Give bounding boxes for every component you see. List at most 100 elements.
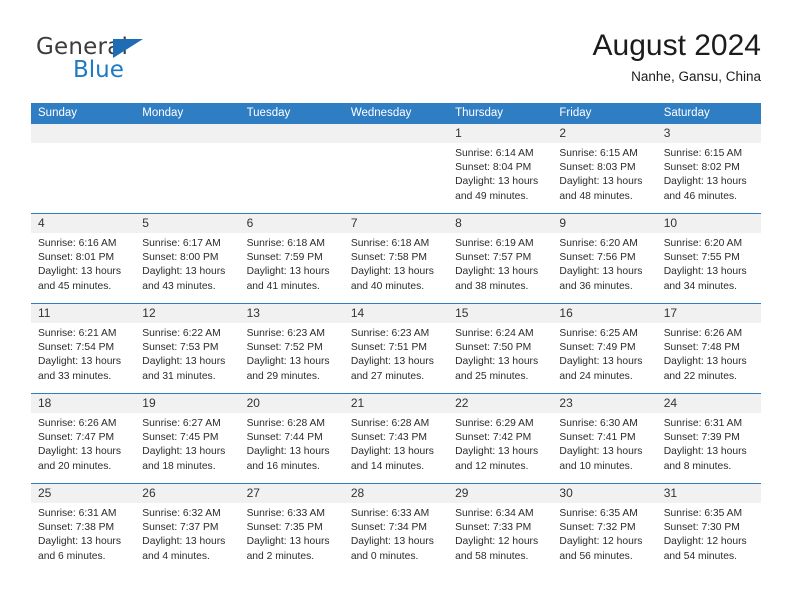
day-detail-line: Daylight: 13 hours <box>455 356 539 368</box>
day-number-strip: 25 <box>31 484 136 503</box>
day-detail-line: Daylight: 13 hours <box>142 266 226 278</box>
day-detail-line: Daylight: 13 hours <box>455 266 539 278</box>
day-details: Sunrise: 6:14 AM Sunset: 8:04 PM Daylight:… <box>448 143 552 204</box>
calendar-day-cell[interactable]: 14 Sunrise: 6:23 AM Sunset: 7:51 PM Dayligh… <box>343 304 449 393</box>
weekday-header-row: Sunday Monday Tuesday Wednesday Thursday Frid… <box>31 103 761 124</box>
calendar-day-cell[interactable]: 20 Sunrise: 6:28 AM Sunset: 7:44 PM Dayligh… <box>239 394 344 483</box>
day-number-strip: 28 <box>343 484 449 503</box>
day-details: Sunrise: 6:16 AM Sunset: 8:01 PM Daylight:… <box>31 233 135 294</box>
day-detail-line: Daylight: 13 hours <box>142 356 226 368</box>
calendar-day-cell[interactable]: 2 Sunrise: 6:15 AM Sunset: 8:03 PM Daylight… <box>552 124 657 213</box>
weekday-header-monday: Monday <box>142 107 184 119</box>
day-detail-line: Daylight: 13 hours <box>246 356 330 368</box>
calendar-page: General Blue August 2024 Nanhe, Gansu, C… <box>0 0 792 612</box>
day-detail-line: Sunrise: 6:16 AM <box>38 238 117 249</box>
calendar-day-cell[interactable]: 30 Sunrise: 6:35 AM Sunset: 7:32 PM Dayligh… <box>552 484 657 574</box>
day-number-strip: 11 <box>31 304 136 323</box>
calendar-day-cell[interactable]: 4 Sunrise: 6:16 AM Sunset: 8:01 PM Daylight… <box>31 214 136 303</box>
calendar-day-cell[interactable]: 25 Sunrise: 6:31 AM Sunset: 7:38 PM Dayligh… <box>31 484 136 574</box>
calendar-day-cell[interactable]: 1 Sunrise: 6:14 AM Sunset: 8:04 PM Daylight… <box>448 124 553 213</box>
day-detail-line: Daylight: 13 hours <box>559 266 643 278</box>
calendar-day-cell[interactable]: 9 Sunrise: 6:20 AM Sunset: 7:56 PM Daylight… <box>552 214 657 303</box>
day-number: 25 <box>38 486 52 500</box>
day-detail-line: and 46 minutes. <box>663 190 737 202</box>
day-detail-line: and 45 minutes. <box>38 280 112 292</box>
calendar-day-cell[interactable]: 10 Sunrise: 6:20 AM Sunset: 7:55 PM Dayligh… <box>656 214 761 303</box>
day-number: 4 <box>38 216 45 230</box>
day-detail-line: Daylight: 13 hours <box>455 176 539 188</box>
calendar-day-cell[interactable]: 24 Sunrise: 6:31 AM Sunset: 7:39 PM Dayligh… <box>656 394 761 483</box>
calendar-day-cell[interactable]: 21 Sunrise: 6:28 AM Sunset: 7:43 PM Dayligh… <box>343 394 449 483</box>
day-number-strip: 8 <box>448 214 553 233</box>
calendar-day-cell[interactable]: 28 Sunrise: 6:33 AM Sunset: 7:34 PM Dayligh… <box>343 484 449 574</box>
calendar-day-cell[interactable]: 12 Sunrise: 6:22 AM Sunset: 7:53 PM Dayligh… <box>135 304 240 393</box>
day-details: Sunrise: 6:18 AM Sunset: 7:59 PM Daylight:… <box>240 233 344 294</box>
day-details: Sunrise: 6:19 AM Sunset: 7:57 PM Daylight:… <box>448 233 552 294</box>
day-detail-line: Sunrise: 6:28 AM <box>246 418 325 429</box>
day-number: 27 <box>246 486 260 500</box>
calendar-day-cell[interactable]: 3 Sunrise: 6:15 AM Sunset: 8:02 PM Daylight… <box>656 124 761 213</box>
day-details: Sunrise: 6:17 AM Sunset: 8:00 PM Daylight:… <box>135 233 239 294</box>
day-detail-line: Sunrise: 6:20 AM <box>663 238 743 249</box>
calendar-day-cell-empty <box>343 124 449 213</box>
calendar-day-cell[interactable]: 8 Sunrise: 6:19 AM Sunset: 7:57 PM Daylight… <box>448 214 553 303</box>
calendar-day-cell[interactable]: 23 Sunrise: 6:30 AM Sunset: 7:41 PM Dayligh… <box>552 394 657 483</box>
calendar-day-cell[interactable]: 13 Sunrise: 6:23 AM Sunset: 7:52 PM Dayligh… <box>239 304 344 393</box>
day-detail-line: Daylight: 13 hours <box>38 446 121 458</box>
day-number-strip: 21 <box>343 394 449 413</box>
calendar-day-cell[interactable]: 17 Sunrise: 6:26 AM Sunset: 7:48 PM Dayligh… <box>656 304 761 393</box>
day-details: Sunrise: 6:20 AM Sunset: 7:56 PM Daylight:… <box>552 233 656 294</box>
day-detail-line: Sunrise: 6:31 AM <box>663 418 743 429</box>
calendar-day-cell[interactable]: 6 Sunrise: 6:18 AM Sunset: 7:59 PM Daylight… <box>239 214 344 303</box>
calendar-week-row: 4 Sunrise: 6:16 AM Sunset: 8:01 PM Daylight… <box>31 213 761 303</box>
weekday-header-thursday: Thursday <box>455 107 504 119</box>
day-detail-line: Sunset: 7:44 PM <box>246 432 323 444</box>
day-detail-line: Sunrise: 6:23 AM <box>246 328 325 339</box>
calendar-day-cell[interactable]: 26 Sunrise: 6:32 AM Sunset: 7:37 PM Dayligh… <box>135 484 240 574</box>
day-detail-line: and 29 minutes. <box>246 370 320 382</box>
day-number-strip: 19 <box>135 394 240 413</box>
day-number-strip <box>135 124 240 143</box>
calendar-day-cell[interactable]: 15 Sunrise: 6:24 AM Sunset: 7:50 PM Dayligh… <box>448 304 553 393</box>
calendar-day-cell[interactable]: 31 Sunrise: 6:35 AM Sunset: 7:30 PM Dayligh… <box>656 484 761 574</box>
calendar-day-cell[interactable]: 16 Sunrise: 6:25 AM Sunset: 7:49 PM Dayligh… <box>552 304 657 393</box>
day-detail-line: and 14 minutes. <box>350 460 425 472</box>
day-detail-line: Sunset: 8:04 PM <box>455 162 532 174</box>
day-number-strip: 23 <box>552 394 657 413</box>
day-detail-line: Sunset: 7:41 PM <box>559 432 636 444</box>
calendar-day-cell[interactable]: 27 Sunrise: 6:33 AM Sunset: 7:35 PM Dayligh… <box>239 484 344 574</box>
day-number-strip: 17 <box>656 304 761 323</box>
day-detail-line: Sunrise: 6:28 AM <box>350 418 430 429</box>
day-number: 18 <box>38 396 52 410</box>
calendar-day-cell[interactable]: 7 Sunrise: 6:18 AM Sunset: 7:58 PM Daylight… <box>343 214 449 303</box>
calendar-day-cell[interactable]: 11 Sunrise: 6:21 AM Sunset: 7:54 PM Dayligh… <box>31 304 136 393</box>
calendar-day-cell[interactable]: 29 Sunrise: 6:34 AM Sunset: 7:33 PM Dayligh… <box>448 484 553 574</box>
brand-logo[interactable]: General Blue <box>36 34 216 90</box>
day-detail-line: Sunset: 7:35 PM <box>246 522 323 534</box>
calendar-week-row: 25 Sunrise: 6:31 AM Sunset: 7:38 PM Dayligh… <box>31 483 761 574</box>
day-number: 1 <box>455 126 462 140</box>
day-details: Sunrise: 6:35 AM Sunset: 7:32 PM Daylight:… <box>552 503 656 564</box>
day-details: Sunrise: 6:32 AM Sunset: 7:37 PM Daylight:… <box>135 503 239 564</box>
calendar-day-cell[interactable]: 18 Sunrise: 6:26 AM Sunset: 7:47 PM Dayligh… <box>31 394 136 483</box>
day-detail-line: Sunrise: 6:33 AM <box>350 508 430 519</box>
calendar-day-cell[interactable]: 5 Sunrise: 6:17 AM Sunset: 8:00 PM Daylight… <box>135 214 240 303</box>
day-number-strip: 27 <box>239 484 344 503</box>
day-detail-line: Sunset: 7:33 PM <box>455 522 532 534</box>
day-detail-line: and 25 minutes. <box>455 370 529 382</box>
day-detail-line: Sunset: 7:55 PM <box>663 252 740 264</box>
day-detail-line: and 10 minutes. <box>559 460 633 472</box>
day-details: Sunrise: 6:29 AM Sunset: 7:42 PM Daylight:… <box>448 413 552 474</box>
day-detail-line: Sunrise: 6:18 AM <box>350 238 430 249</box>
day-detail-line: and 24 minutes. <box>559 370 633 382</box>
day-detail-line: Sunrise: 6:22 AM <box>142 328 221 339</box>
calendar-day-cell[interactable]: 22 Sunrise: 6:29 AM Sunset: 7:42 PM Dayligh… <box>448 394 553 483</box>
day-detail-line: Sunset: 7:47 PM <box>38 432 115 444</box>
day-detail-line: Sunset: 7:42 PM <box>455 432 532 444</box>
day-detail-line: Sunrise: 6:26 AM <box>663 328 743 339</box>
day-detail-line: Sunrise: 6:25 AM <box>559 328 638 339</box>
day-detail-line: Daylight: 13 hours <box>246 536 330 548</box>
day-detail-line: Sunrise: 6:15 AM <box>559 148 638 159</box>
calendar-day-cell[interactable]: 19 Sunrise: 6:27 AM Sunset: 7:45 PM Dayligh… <box>135 394 240 483</box>
weekday-header-friday: Friday <box>559 107 592 119</box>
